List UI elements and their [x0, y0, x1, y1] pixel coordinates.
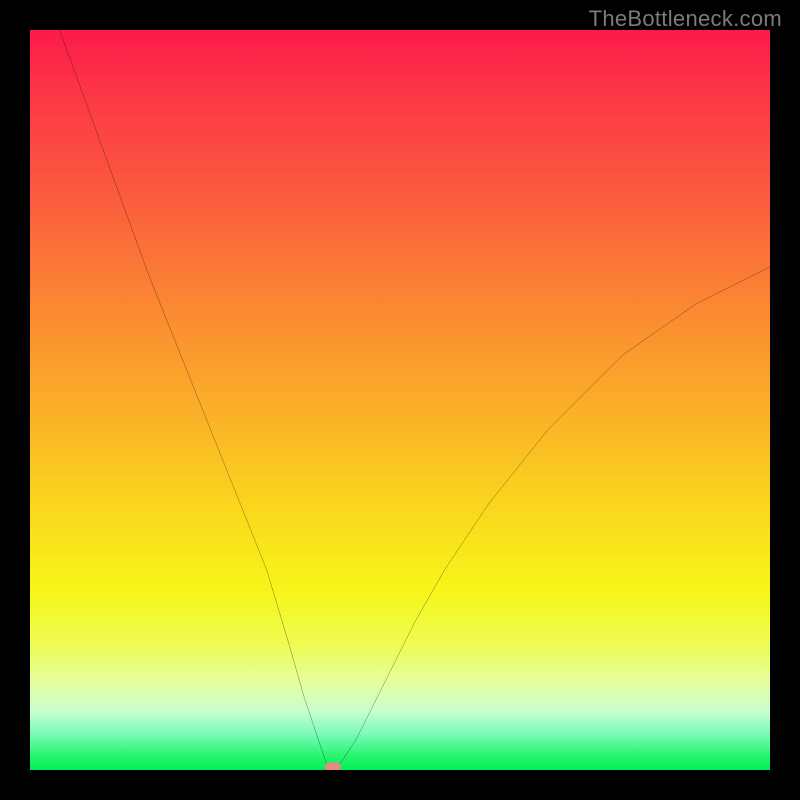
chart-frame — [0, 0, 800, 800]
watermark-text: TheBottleneck.com — [589, 6, 782, 32]
plot-area — [30, 30, 770, 770]
bottleneck-curve — [30, 30, 770, 770]
minimum-marker — [325, 763, 341, 770]
